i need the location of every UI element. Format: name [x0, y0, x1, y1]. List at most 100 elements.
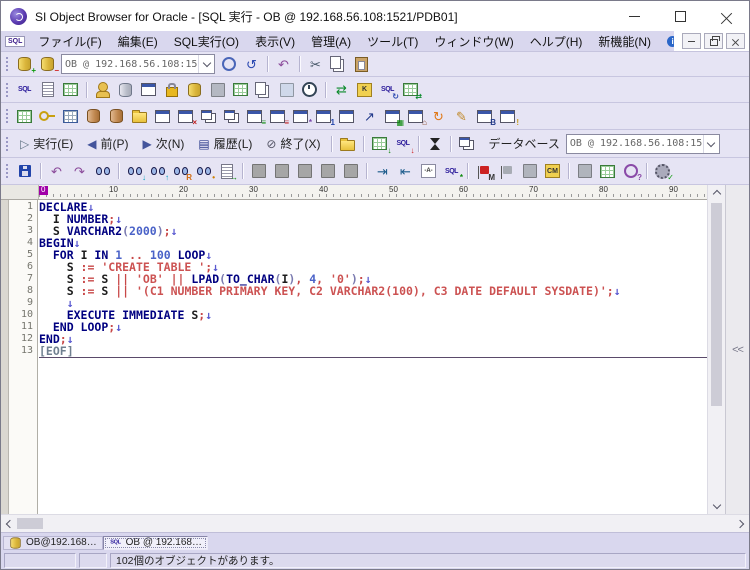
window-home-button[interactable]: ⌂	[405, 106, 426, 126]
cup-button[interactable]	[106, 106, 127, 126]
connect-button[interactable]: +	[14, 54, 35, 74]
window-arrange-button[interactable]	[456, 134, 477, 154]
window-ob-button[interactable]: B	[474, 106, 495, 126]
code-area[interactable]: DECLARE↓ I NUMBER;↓ S VARCHAR2(2000);↓BE…	[38, 200, 707, 514]
connection-combo[interactable]: OB @ 192.168.56.108:1521	[61, 54, 215, 74]
find-prev-button[interactable]: ↑	[147, 161, 168, 181]
scroll-down-button[interactable]	[708, 498, 725, 514]
object-table-button[interactable]	[230, 80, 251, 100]
rollback-button[interactable]: ↺	[241, 54, 262, 74]
horizontal-scroll-track[interactable]	[17, 515, 733, 532]
disabled-button-2[interactable]	[271, 161, 292, 181]
block-select-button[interactable]	[574, 161, 595, 181]
menu-admin[interactable]: 管理(A)	[303, 31, 359, 52]
menu-sql-exec[interactable]: SQL実行(O)	[166, 31, 247, 52]
object-package-button[interactable]	[253, 80, 274, 100]
data-import-button[interactable]: ⇄	[331, 80, 352, 100]
disconnect-button[interactable]: −	[37, 54, 58, 74]
task-sql-window[interactable]: SQL OB @ 192.168…	[103, 536, 208, 550]
object-scheduler-button[interactable]	[299, 80, 320, 100]
window-note-button[interactable]	[152, 106, 173, 126]
sql-save-button[interactable]: SQL ↓	[392, 134, 413, 154]
toolbar-grip[interactable]	[5, 56, 9, 72]
table-transfer-button[interactable]: ⇄	[400, 80, 421, 100]
redo-edit-button[interactable]: ↷	[69, 161, 90, 181]
calendar-grid-button[interactable]	[60, 106, 81, 126]
session-key-button[interactable]	[37, 106, 58, 126]
chevron-down-icon[interactable]	[198, 55, 214, 73]
window-cascade-button[interactable]	[198, 106, 219, 126]
object-role-button[interactable]	[161, 80, 182, 100]
maximize-button[interactable]	[657, 1, 703, 31]
toolbar-grip[interactable]	[5, 163, 9, 179]
sql-load-button[interactable]: SQL ↻	[377, 80, 398, 100]
goto-line-button[interactable]: →	[216, 161, 237, 181]
mdi-minimize-button[interactable]	[682, 33, 701, 49]
menu-edit[interactable]: 編集(E)	[110, 31, 166, 52]
stop-button[interactable]: ⊘ 終了(X)	[259, 133, 327, 154]
macro-play-button[interactable]	[519, 161, 540, 181]
menu-help[interactable]: ヘルプ(H)	[522, 31, 591, 52]
data-grid-button[interactable]	[14, 106, 35, 126]
toolbar-grip[interactable]	[5, 108, 9, 124]
cut-button[interactable]: ✂	[305, 54, 326, 74]
tree-detail-button[interactable]: ≡	[267, 106, 288, 126]
object-tablespace-button[interactable]	[184, 80, 205, 100]
menu-newfeature[interactable]: 新機能(N)	[590, 31, 659, 52]
macro-pause-button[interactable]	[496, 161, 517, 181]
tree-view-button[interactable]: ≡	[244, 106, 265, 126]
mdi-restore-button[interactable]	[704, 33, 723, 49]
menu-window[interactable]: ウィンドウ(W)	[426, 31, 521, 52]
task-object-browser[interactable]: OB@192.168…	[3, 536, 103, 550]
find-next-button[interactable]: ↓	[124, 161, 145, 181]
object-segment-button[interactable]	[207, 80, 228, 100]
chevron-down-icon[interactable]	[703, 135, 719, 153]
script-grid-button[interactable]	[60, 80, 81, 100]
macro-record-button[interactable]: M	[473, 161, 494, 181]
toolbar-grip[interactable]	[5, 136, 9, 152]
execute-button[interactable]: ▷ 実行(E)	[13, 133, 80, 154]
object-client-button[interactable]	[138, 80, 159, 100]
window-grid-button[interactable]: ▦	[382, 106, 403, 126]
object-user-button[interactable]	[92, 80, 113, 100]
disabled-button-1[interactable]	[248, 161, 269, 181]
history-button[interactable]: ▤ 履歴(L)	[191, 133, 259, 154]
result-grid-export-button[interactable]: ↓	[369, 134, 390, 154]
disabled-button-5[interactable]	[340, 161, 361, 181]
child-system-icon[interactable]: SQL	[5, 36, 25, 47]
wait-indicator-button[interactable]	[424, 134, 445, 154]
object-recyclebin-button[interactable]	[276, 80, 297, 100]
open-sql-file-button[interactable]	[337, 134, 358, 154]
disabled-button-4[interactable]	[317, 161, 338, 181]
wordwrap-button[interactable]: -A-	[418, 161, 439, 181]
undo-edit-button[interactable]: ↶	[46, 161, 67, 181]
window-close-button[interactable]: ×	[175, 106, 196, 126]
privilege-button[interactable]: K	[354, 80, 375, 100]
save-file-button[interactable]	[14, 161, 35, 181]
window-data-button[interactable]: 1	[313, 106, 334, 126]
object-session-button[interactable]	[115, 80, 136, 100]
outdent-button[interactable]: ⇤	[395, 161, 416, 181]
vertical-scrollbar[interactable]	[707, 185, 725, 514]
copy-button[interactable]	[328, 54, 349, 74]
syntax-check-button[interactable]: ✓	[652, 161, 673, 181]
incremental-find-button[interactable]: •	[193, 161, 214, 181]
horizontal-scroll-thumb[interactable]	[17, 518, 43, 529]
database-combo[interactable]: OB @ 192.168.56.108:1521	[566, 134, 720, 154]
folder-open-button[interactable]	[129, 106, 150, 126]
indent-button[interactable]: ⇥	[372, 161, 393, 181]
window-help-button[interactable]: !	[497, 106, 518, 126]
collapse-panel-button[interactable]: <<	[725, 185, 749, 514]
scroll-left-button[interactable]	[1, 515, 17, 532]
minimize-button[interactable]	[611, 1, 657, 31]
sql-editor[interactable]: 12345678910111213 DECLARE↓ I NUMBER;↓ S …	[1, 200, 707, 514]
find-button[interactable]	[92, 161, 113, 181]
scroll-right-button[interactable]	[733, 515, 749, 532]
horizontal-scrollbar[interactable]	[1, 514, 749, 532]
vertical-scroll-track[interactable]	[708, 201, 725, 498]
next-button[interactable]: ▶ 次(N)	[135, 133, 191, 154]
replace-button[interactable]: R	[170, 161, 191, 181]
menu-tool[interactable]: ツール(T)	[359, 31, 426, 52]
macro-save-button[interactable]: CM	[542, 161, 563, 181]
sql-help-button[interactable]: ?	[620, 161, 641, 181]
